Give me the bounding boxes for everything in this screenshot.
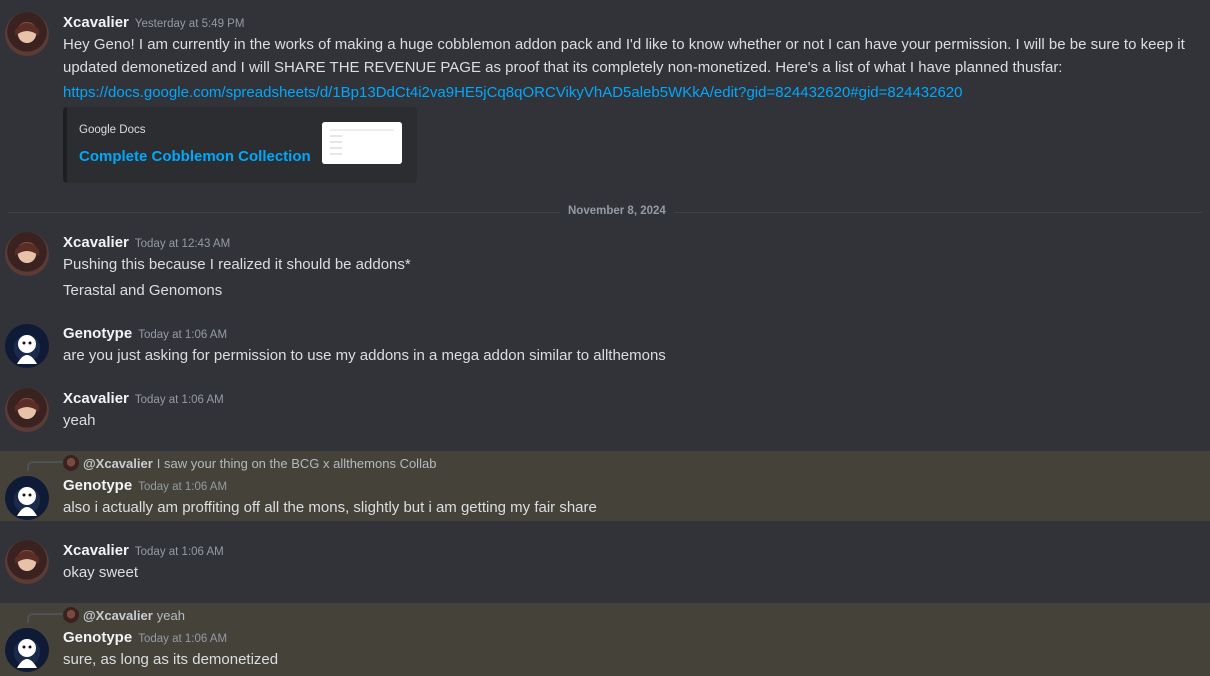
embed-title[interactable]: Complete Cobblemon Collection xyxy=(79,148,311,165)
reply-connector xyxy=(27,613,63,623)
reply-preview[interactable]: @Xcavalier yeah xyxy=(63,607,185,623)
reply-text: I saw your thing on the BCG x allthemons… xyxy=(156,456,437,471)
author-name[interactable]: Xcavalier Today at 1:06 AM xyxy=(63,542,224,559)
link[interactable]: https://docs.google.com/spreadsheets/d/1… xyxy=(63,84,963,101)
avatar-genotype[interactable] xyxy=(5,324,49,368)
message-text: Hey Geno! I am currently in the works of… xyxy=(63,36,1185,76)
author-name[interactable]: Xcavalier Today at 1:06 AM xyxy=(63,390,224,407)
date-divider-label: November 8, 2024 xyxy=(560,205,674,217)
message-text: yeah xyxy=(63,412,96,429)
avatar-genotype[interactable] xyxy=(5,628,49,672)
timestamp: Today at 1:06 AM xyxy=(134,546,224,558)
timestamp: Today at 1:06 AM xyxy=(134,394,224,406)
message-text: Pushing this because I realized it shoul… xyxy=(63,256,411,273)
message-text: Terastal and Genomons xyxy=(63,282,223,299)
reply-text: yeah xyxy=(156,608,185,623)
message-text: are you just asking for permission to us… xyxy=(63,347,666,364)
reply-author[interactable]: @Xcavalier xyxy=(83,456,153,471)
timestamp: Today at 12:43 AM xyxy=(134,238,231,250)
timestamp: Today at 1:06 AM xyxy=(138,633,228,645)
embed-thumbnail[interactable] xyxy=(322,122,402,164)
spreadsheet-link[interactable]: https://docs.google.com/spreadsheets/d/1… xyxy=(63,84,963,101)
timestamp: Today at 1:06 AM xyxy=(138,481,228,493)
timestamp: Today at 1:06 AM xyxy=(138,329,228,341)
reply-avatar xyxy=(63,607,79,623)
author-name[interactable]: Xcavalier Yesterday at 5:49 PM xyxy=(63,14,244,31)
reply-avatar xyxy=(63,455,79,471)
message-text: also i actually am proffiting off all th… xyxy=(63,499,597,516)
author-name[interactable]: Genotype Today at 1:06 AM xyxy=(63,477,227,494)
avatar-xcavalier[interactable] xyxy=(5,232,49,276)
avatar-xcavalier[interactable] xyxy=(5,540,49,584)
avatar-xcavalier[interactable] xyxy=(5,12,49,56)
embed-provider: Google Docs xyxy=(79,124,146,136)
author-name[interactable]: Xcavalier Today at 12:43 AM xyxy=(63,234,230,251)
link-embed[interactable]: Google Docs Complete Cobblemon Collectio… xyxy=(63,107,417,183)
message-text: sure, as long as its demonetized xyxy=(63,651,279,668)
reply-preview[interactable]: @Xcavalier I saw your thing on the BCG x … xyxy=(63,455,436,471)
reply-author[interactable]: @Xcavalier xyxy=(83,608,153,623)
avatar-xcavalier[interactable] xyxy=(5,388,49,432)
avatar-genotype[interactable] xyxy=(5,476,49,520)
author-name[interactable]: Genotype Today at 1:06 AM xyxy=(63,629,227,646)
author-name[interactable]: Genotype Today at 1:06 AM xyxy=(63,325,227,342)
reply-connector xyxy=(27,461,63,471)
message-text: okay sweet xyxy=(63,564,139,581)
timestamp: Yesterday at 5:49 PM xyxy=(134,18,245,30)
